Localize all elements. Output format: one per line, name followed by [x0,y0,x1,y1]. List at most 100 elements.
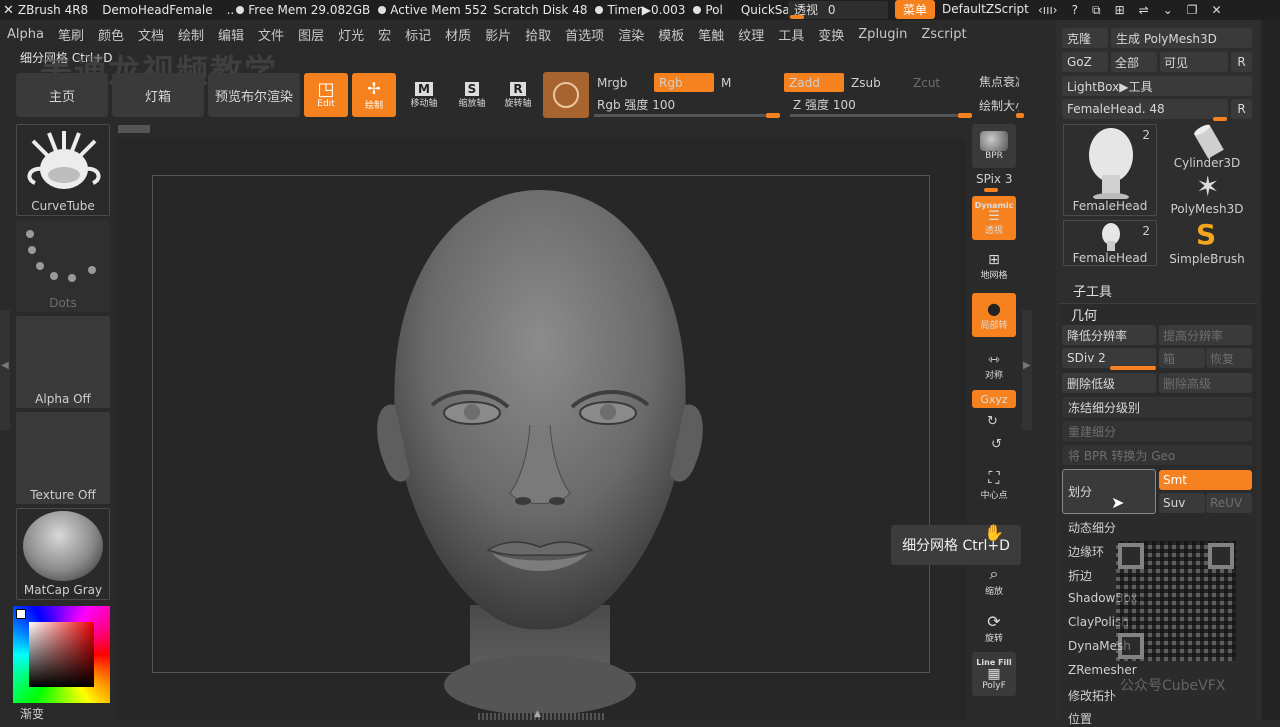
menu-item[interactable]: 渲染 [611,25,651,44]
menu-item[interactable]: 影片 [478,25,518,44]
spix-knob[interactable] [984,188,998,192]
xyz-button[interactable]: Gxyz [972,390,1016,408]
goz-button[interactable]: GoZ [1062,52,1108,72]
opacity-knob[interactable] [790,15,804,19]
tool-thumb-femalehead[interactable]: 2 FemaleHead [1063,124,1157,216]
menu-item[interactable]: 模板 [651,25,691,44]
right-tray-arrow-icon[interactable]: ▶ [1023,360,1031,371]
menu-item[interactable]: 材质 [438,25,478,44]
rotate-y-icon[interactable]: ↻ [987,414,998,429]
menu-item[interactable]: 编辑 [211,25,251,44]
edge-loop-section[interactable]: 边缘环 [1068,543,1104,560]
mrgb-button[interactable]: Mrgb [592,73,650,92]
rebuild-subdiv-button[interactable]: 重建细分 [1062,421,1252,441]
z-intensity-slider[interactable]: Z 强度 100 [788,95,972,114]
r-button[interactable]: R [1231,52,1252,72]
focal-shift-slider[interactable]: 焦点衰减 [979,73,1019,92]
freeze-subdiv-button[interactable]: 冻结细分级别 [1062,397,1252,417]
menu-item[interactable]: Zscript [914,27,973,42]
delete-lower-button[interactable]: 删除低级 [1062,373,1156,393]
menu-item[interactable]: 文档 [131,25,171,44]
menu-item[interactable]: 灯光 [331,25,371,44]
scale-button[interactable]: S 缩放轴 [450,73,494,117]
reconstruct-button[interactable]: 恢复 [1206,348,1252,368]
divide-button[interactable]: 划分 [1062,469,1156,514]
tool-panel-scrollbar[interactable] [1262,20,1280,720]
restore-icon[interactable]: ❐ [1187,3,1198,17]
bpr-button[interactable]: BPR [972,124,1016,168]
close-icon[interactable]: ✕ [1212,3,1222,17]
move-view-button[interactable]: ✋ [972,510,1016,554]
sdiv-slider[interactable]: SDiv 2 [1062,348,1156,368]
rgb-intensity-track[interactable] [594,113,780,118]
r-button-2[interactable]: R [1231,99,1252,119]
zcut-button[interactable]: Zcut [908,73,968,92]
draw-size-slider[interactable]: 绘制大小 [979,97,1019,116]
linefill-button[interactable]: Line Fill ▦ PolyF [972,652,1016,696]
menu-item[interactable]: 宏 [371,25,398,44]
suv-toggle[interactable]: Suv [1159,493,1205,513]
move-button[interactable]: M 移动轴 [402,73,446,117]
texture-slot[interactable]: Texture Off [16,412,110,504]
current-tool-knob[interactable] [1213,117,1227,121]
cage-button[interactable]: 箱 [1159,348,1205,368]
menu-item[interactable]: 首选项 [558,25,611,44]
menu-item[interactable]: Zplugin [851,27,914,42]
color-picker[interactable] [13,606,110,703]
layout2-icon[interactable]: ⊞ [1115,3,1125,17]
zadd-button[interactable]: Zadd [784,73,844,92]
delete-higher-button[interactable]: 删除高级 [1159,373,1252,393]
floor-grid-button[interactable]: ⊞ 地网格 [972,246,1016,286]
rgb-intensity-slider[interactable]: Rgb 强度 100 [592,95,780,114]
menu-item[interactable]: 工具 [771,25,811,44]
home-button[interactable]: 主页 [16,73,108,117]
spix-slider[interactable]: SPix 3 [976,172,1012,186]
perspective-button[interactable]: Dynamic ☰ 透视 [972,196,1016,240]
menu-item[interactable]: 图层 [291,25,331,44]
canvas-scroll-handle[interactable] [118,125,150,133]
menu-item[interactable]: 颜色 [91,25,131,44]
rotate-view-button[interactable]: ⟳ 旋转 [972,606,1016,650]
bpr-preview-button[interactable]: 预览布尔渲染 [208,73,300,117]
menu-item[interactable]: 变换 [811,25,851,44]
menu-item[interactable]: 标记 [398,25,438,44]
geometry-header[interactable]: 几何 [1071,305,1097,324]
arrange-icon[interactable]: ⇌ [1139,3,1149,17]
menu-item[interactable]: 文件 [251,25,291,44]
menu-item[interactable]: Alpha [0,27,51,42]
subtool-header[interactable]: 子工具 [1073,281,1112,300]
bottom-arrow-icon[interactable]: ▲ [534,709,541,719]
menu-item[interactable]: 笔触 [691,25,731,44]
center-button[interactable]: ⛶ 中心点 [972,462,1016,506]
reuv-toggle[interactable]: ReUV [1206,493,1252,513]
layout-icon[interactable]: ⧉ [1092,3,1101,18]
help-icon[interactable]: ? [1072,3,1078,17]
m-button[interactable]: M [716,73,776,92]
local-button[interactable]: ● 局部转 [972,293,1016,337]
scroll-icon[interactable]: ‹ııı› [1038,3,1058,17]
draw-button[interactable]: ✢ 绘制 [352,73,396,117]
menu-item[interactable]: 绘制 [171,25,211,44]
menu-button[interactable]: 菜单 [895,0,935,19]
alpha-slot[interactable]: Alpha Off [16,316,110,408]
edit-button[interactable]: ◳ Edit [304,73,348,117]
bpr-to-geo-button[interactable]: 将 BPR 转换为 Geo [1062,445,1252,465]
symmetry-button[interactable]: ⇿ 对称 [972,346,1016,386]
stroke-slot[interactable]: Dots [16,220,110,312]
material-swatch[interactable] [543,72,589,118]
smt-toggle[interactable]: Smt [1159,470,1252,490]
menu-item[interactable]: 纹理 [731,25,771,44]
female-head-model[interactable] [360,185,720,720]
material-slot[interactable]: MatCap Gray [16,508,110,600]
tool-thumb-femalehead-2[interactable]: 2 FemaleHead [1063,220,1157,266]
z-intensity-track[interactable] [790,113,972,118]
dynamic-subdiv-section[interactable]: 动态细分 [1068,519,1116,536]
make-polymesh-button[interactable]: 生成 PolyMesh3D [1111,28,1252,48]
zsub-button[interactable]: Zsub [846,73,906,92]
rotate-button[interactable]: R 旋转轴 [496,73,540,117]
crease-section[interactable]: 折边 [1068,567,1092,584]
tool-thumb-simplebrush[interactable]: S SimpleBrush [1160,218,1254,266]
sdiv-knob[interactable] [1110,366,1156,370]
bottom-shelf-handle[interactable] [478,713,604,720]
menu-item[interactable]: 拾取 [518,25,558,44]
